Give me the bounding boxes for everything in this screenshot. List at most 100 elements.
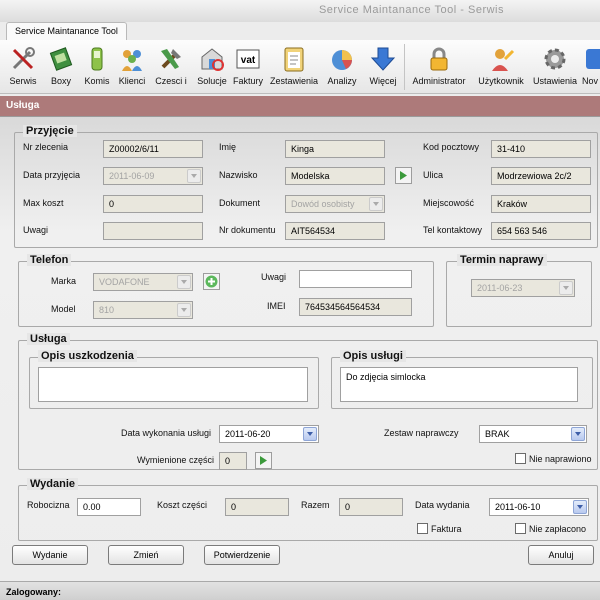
toolbar-button-ustawienia[interactable]: Ustawienia xyxy=(530,42,580,92)
wydanie-button[interactable]: Wydanie xyxy=(12,545,88,565)
zmien-button[interactable]: Zmień xyxy=(108,545,184,565)
termin-naprawy-value: 2011-06-23 xyxy=(477,283,523,293)
opis-uszkodzenia-textarea[interactable] xyxy=(38,367,308,402)
toolbar-button-czesci[interactable]: Czesci i xyxy=(152,42,190,92)
tel-kontaktowy-label: Tel kontaktowy xyxy=(423,225,483,235)
client-lookup-button[interactable] xyxy=(395,167,412,184)
nazwisko-field[interactable]: Modelska xyxy=(285,167,385,185)
group-title-opis-uslugi: Opis usługi xyxy=(340,350,406,362)
nr-dokumentu-field[interactable]: AIT564534 xyxy=(285,222,385,240)
lock-icon xyxy=(430,47,448,71)
toolbar-button-zestawienia[interactable]: Zestawienia xyxy=(268,42,320,92)
analysis-pie-icon xyxy=(332,50,352,70)
wymienione-czesci-label: Wymienione części xyxy=(137,455,214,465)
miejscowosc-label: Miejscowość xyxy=(423,198,475,208)
toolbar-button-administrator[interactable]: Administrator xyxy=(408,42,470,92)
uwagi-field[interactable] xyxy=(103,222,203,240)
plus-icon xyxy=(205,275,218,288)
ribbon-tab[interactable]: Service Maintanance Tool xyxy=(6,22,127,40)
tel-kontaktowy-field[interactable]: 654 563 546 xyxy=(491,222,591,240)
toolbar-button-serwis[interactable]: Serwis xyxy=(4,42,42,92)
ulica-label: Ulica xyxy=(423,170,444,180)
toolbar-button-analizy[interactable]: Analizy xyxy=(324,42,360,92)
imie-field[interactable]: Kinga xyxy=(285,140,385,158)
toolbar-button-klienci[interactable]: Klienci xyxy=(114,42,150,92)
phone-icon xyxy=(91,47,103,71)
data-przyjecia-value: 2011-06-09 xyxy=(109,171,155,181)
nr-dokumentu-label: Nr dokumentu xyxy=(219,225,276,235)
koszt-czesci-field[interactable]: 0 xyxy=(225,498,289,516)
wymienione-czesci-field[interactable]: 0 xyxy=(219,452,247,470)
group-title-wydanie: Wydanie xyxy=(27,478,79,490)
group-title-przyjecie: Przyjęcie xyxy=(23,125,77,137)
razem-field[interactable]: 0 xyxy=(339,498,403,516)
faktura-checkbox[interactable] xyxy=(417,523,428,534)
toolbar-button-uzytkownik[interactable]: Użytkownik xyxy=(474,42,528,92)
data-wydania-combo[interactable]: 2011-06-10 xyxy=(489,498,589,516)
data-przyjecia-combo[interactable]: 2011-06-09 xyxy=(103,167,203,185)
telefon-uwagi-field[interactable] xyxy=(299,270,412,288)
toolbar-button-boxy[interactable]: Boxy xyxy=(44,42,78,92)
uwagi-label: Uwagi xyxy=(23,225,49,235)
data-wydania-value: 2011-06-10 xyxy=(495,502,541,512)
select-parts-button[interactable] xyxy=(255,452,272,469)
group-opis-uslugi: Opis usługi Do zdjęcia simlocka xyxy=(331,350,593,409)
nie-zaplacono-label: Nie zapłacono xyxy=(529,524,587,534)
data-wykonania-label: Data wykonania usługi xyxy=(121,428,212,438)
window-title: Service Maintanance Tool - Serwis xyxy=(318,4,504,16)
group-title-opis-uszkodzenia: Opis uszkodzenia xyxy=(38,350,137,362)
group-telefon: Telefon Marka VODAFONE Model 810 Uwagi I… xyxy=(18,254,434,327)
razem-label: Razem xyxy=(301,500,330,510)
tools-icon xyxy=(12,47,35,70)
add-phone-button[interactable] xyxy=(203,273,220,290)
miejscowosc-field[interactable]: Kraków xyxy=(491,195,591,213)
termin-naprawy-combo[interactable]: 2011-06-23 xyxy=(471,279,575,297)
nr-zlecenia-label: Nr zlecenia xyxy=(23,142,69,152)
max-koszt-label: Max koszt xyxy=(23,198,64,208)
opis-uslugi-textarea[interactable]: Do zdjęcia simlocka xyxy=(340,367,578,402)
robocizna-label: Robocizna xyxy=(27,500,70,510)
marka-combo[interactable]: VODAFONE xyxy=(93,273,193,291)
data-wykonania-combo[interactable]: 2011-06-20 xyxy=(219,425,319,443)
play-icon xyxy=(260,456,267,465)
toolbar-button-solucje[interactable]: Solucje xyxy=(194,42,230,92)
dialog-body: Przyjęcie Nr zlecenia Z00002/6/11 Data p… xyxy=(0,116,600,581)
zestaw-naprawczy-label: Zestaw naprawczy xyxy=(384,428,459,438)
data-wykonania-value: 2011-06-20 xyxy=(225,429,271,439)
toolbar-button-nov[interactable]: Nov xyxy=(580,42,600,92)
group-przyjecie: Przyjęcie Nr zlecenia Z00002/6/11 Data p… xyxy=(14,125,598,248)
max-koszt-field[interactable]: 0 xyxy=(103,195,203,213)
group-opis-uszkodzenia: Opis uszkodzenia xyxy=(29,350,319,409)
nr-zlecenia-field[interactable]: Z00002/6/11 xyxy=(103,140,203,158)
imei-field[interactable]: 764534564564534 xyxy=(299,298,412,316)
zestaw-naprawczy-combo[interactable]: BRAK xyxy=(479,425,587,443)
dokument-combo[interactable]: Dowód osobisty xyxy=(285,195,385,213)
toolbar-button-wiecej[interactable]: Więcej xyxy=(364,42,402,92)
robocizna-field[interactable]: 0.00 xyxy=(77,498,141,516)
nie-naprawiono-checkbox[interactable] xyxy=(515,453,526,464)
anuluj-button[interactable]: Anuluj xyxy=(528,545,594,565)
model-combo[interactable]: 810 xyxy=(93,301,193,319)
nie-zaplacono-checkbox[interactable] xyxy=(515,523,526,534)
imei-label: IMEI xyxy=(267,301,286,311)
logged-user-label: Zalogowany: xyxy=(6,587,62,597)
potwierdzenie-button[interactable]: Potwierdzenie xyxy=(204,545,280,565)
status-bar: Zalogowany: xyxy=(0,581,600,600)
solutions-icon xyxy=(201,48,224,71)
kod-pocztowy-field[interactable]: 31-410 xyxy=(491,140,591,158)
marka-label: Marka xyxy=(51,276,77,286)
play-icon xyxy=(400,171,407,180)
dialog-title: Usługa xyxy=(0,96,600,116)
group-usluga: Usługa Opis uszkodzenia Opis usługi Do z… xyxy=(18,333,598,470)
window-title-bar: Service Maintanance Tool - Serwis xyxy=(0,0,600,22)
chevron-down-icon xyxy=(369,197,383,211)
group-wydanie: Wydanie Robocizna 0.00 Koszt części 0 Ra… xyxy=(18,478,598,541)
toolbar-button-faktury[interactable]: vat Faktury xyxy=(230,42,266,92)
invoice-vat-icon: vat xyxy=(236,49,260,69)
chevron-down-icon xyxy=(177,275,191,289)
ulica-field[interactable]: Modrzewiowa 2c/2 xyxy=(491,167,591,185)
toolbar-button-komis[interactable]: Komis xyxy=(80,42,114,92)
chevron-down-icon xyxy=(571,427,585,441)
next-icon xyxy=(586,49,600,69)
chevron-down-icon xyxy=(573,500,587,514)
